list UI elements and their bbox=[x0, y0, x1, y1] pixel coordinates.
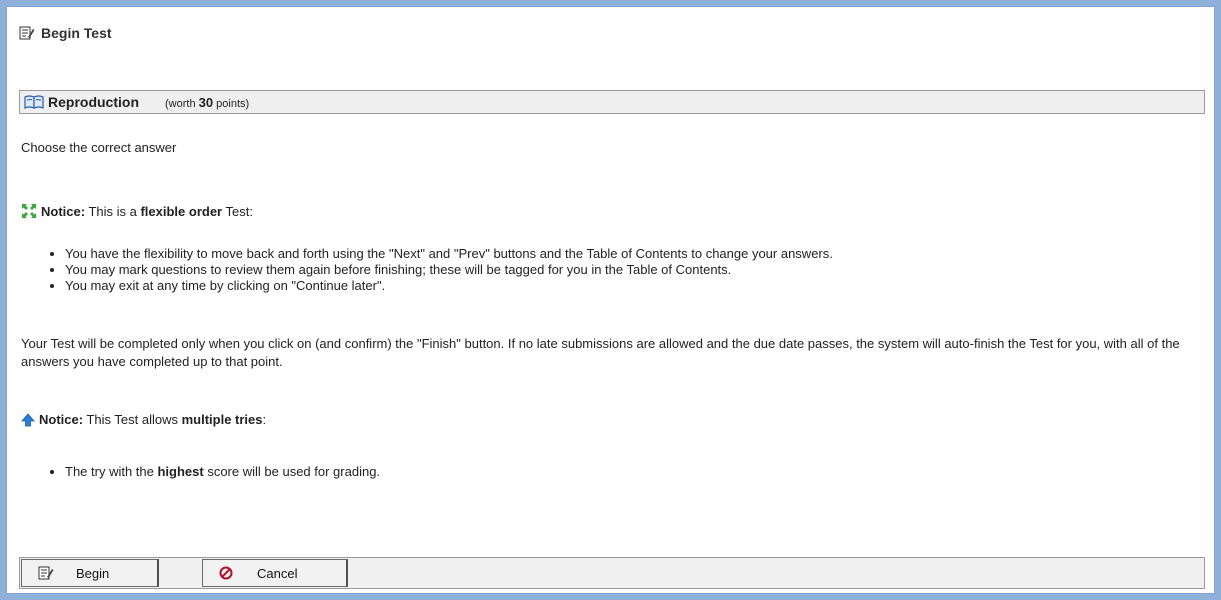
page-title: Begin Test bbox=[19, 25, 112, 41]
test-frame: Begin Test Reproduction (worth 30 points… bbox=[6, 6, 1215, 594]
cancel-button-label: Cancel bbox=[257, 565, 298, 581]
begin-button[interactable]: Begin bbox=[21, 559, 159, 587]
cancel-button[interactable]: Cancel bbox=[202, 559, 348, 587]
section-header: Reproduction (worth 30 points) bbox=[19, 90, 1205, 114]
section-worth: (worth 30 points) bbox=[165, 94, 250, 110]
flexible-order-list: You have the flexibility to move back an… bbox=[21, 246, 833, 294]
up-arrow-icon bbox=[21, 412, 35, 427]
edit-document-icon bbox=[19, 25, 35, 41]
multiple-tries-list: The try with the highest score will be u… bbox=[21, 464, 380, 480]
list-item: You may exit at any time by clicking on … bbox=[65, 278, 833, 294]
notice-emphasis: multiple tries bbox=[181, 412, 263, 427]
section-worth-points: 30 bbox=[198, 94, 214, 110]
notice-emphasis: flexible order bbox=[140, 203, 223, 219]
cancel-icon bbox=[219, 566, 233, 580]
notice-flexible-order: Notice: This is a flexible order Test: bbox=[21, 203, 253, 219]
open-book-icon bbox=[24, 94, 44, 110]
instructions: Choose the correct answer bbox=[21, 140, 177, 155]
action-bar: Begin Cancel bbox=[19, 557, 1205, 589]
notice-label: Notice: bbox=[41, 203, 86, 219]
section-title: Reproduction bbox=[48, 94, 139, 110]
notice-multiple-tries: Notice: This Test allows multiple tries: bbox=[21, 412, 266, 427]
edit-document-icon bbox=[38, 565, 54, 581]
flexible-order-icon bbox=[21, 203, 37, 219]
list-item: You may mark questions to review them ag… bbox=[65, 262, 833, 278]
notice-label: Notice: bbox=[39, 412, 84, 427]
list-item: You have the flexibility to move back an… bbox=[65, 246, 833, 262]
page-title-text: Begin Test bbox=[41, 25, 112, 41]
list-item: The try with the highest score will be u… bbox=[65, 464, 380, 480]
completion-paragraph: Your Test will be completed only when yo… bbox=[21, 336, 1180, 369]
begin-button-label: Begin bbox=[76, 565, 110, 581]
